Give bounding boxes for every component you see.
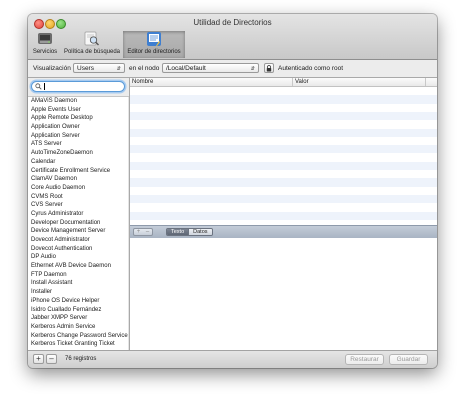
node-bar: Visualización Users ⇵ en el nodo /Local/… bbox=[28, 60, 437, 78]
column-header-value[interactable]: Valor bbox=[293, 78, 426, 86]
toolbar-item-directory-editor[interactable]: Editor de directorios bbox=[123, 31, 185, 58]
list-item[interactable]: Installer bbox=[28, 288, 129, 297]
list-item[interactable]: Certificate Enrollment Service bbox=[28, 167, 129, 176]
table-row[interactable] bbox=[130, 136, 437, 146]
list-item[interactable]: CVS Server bbox=[28, 201, 129, 210]
node-popup-value: /Local/Default bbox=[166, 65, 206, 72]
mode-text-button[interactable]: Texto bbox=[167, 229, 189, 235]
search-icon bbox=[35, 83, 42, 90]
lock-icon bbox=[266, 64, 272, 71]
view-label: Visualización bbox=[33, 65, 71, 72]
record-list[interactable]: AMaViS Daemon Apple Events User Apple Remo… bbox=[28, 97, 129, 350]
toolbar-item-search-policy[interactable]: Política de búsqueda bbox=[62, 31, 122, 58]
text-cursor bbox=[44, 83, 45, 90]
toolbar: Utilidad de Directorios Servicios Políti… bbox=[28, 14, 437, 60]
attribute-table[interactable]: Nombre Valor bbox=[130, 78, 437, 234]
list-item[interactable]: Kerberos Change Password Service bbox=[28, 332, 129, 341]
mode-data-button[interactable]: Datos bbox=[188, 229, 212, 235]
list-item[interactable]: Apple Events User bbox=[28, 106, 129, 115]
toolbar-item-services[interactable]: Servicios bbox=[30, 31, 60, 58]
list-item[interactable]: ATS Server bbox=[28, 140, 129, 149]
list-item[interactable]: Application Server bbox=[28, 132, 129, 141]
remove-record-button[interactable]: – bbox=[46, 354, 57, 364]
table-row[interactable] bbox=[130, 203, 437, 212]
list-item[interactable]: DP Audio bbox=[28, 253, 129, 262]
view-popup-value: Users bbox=[77, 65, 94, 72]
list-item[interactable]: FTP Daemon bbox=[28, 271, 129, 280]
list-item[interactable]: CVMS Root bbox=[28, 193, 129, 202]
list-item[interactable]: Developer Documentation bbox=[28, 219, 129, 228]
save-button[interactable]: Guardar bbox=[389, 354, 428, 365]
table-row[interactable] bbox=[130, 211, 437, 220]
toolbar-item-label: Política de búsqueda bbox=[63, 49, 121, 55]
table-row[interactable] bbox=[130, 87, 437, 96]
toolbar-item-label: Editor de directorios bbox=[127, 49, 181, 55]
list-item[interactable]: Dovecot Administrator bbox=[28, 236, 129, 245]
column-header-name[interactable]: Nombre bbox=[130, 78, 293, 86]
value-add-remove-control: + – bbox=[133, 228, 153, 236]
table-row[interactable] bbox=[130, 161, 437, 170]
toolbar-item-label: Servicios bbox=[32, 49, 58, 55]
list-item[interactable]: Ethernet AVB Device Daemon bbox=[28, 262, 129, 271]
list-item[interactable]: Kerberos Ticket Granting Ticket bbox=[28, 340, 129, 349]
chevron-updown-icon: ⇵ bbox=[250, 66, 255, 72]
editor-toolbar: + – Texto Datos bbox=[130, 225, 437, 239]
directory-utility-window: Utilidad de Directorios Servicios Políti… bbox=[28, 14, 437, 368]
list-item[interactable]: AutoTimeZoneDaemon bbox=[28, 149, 129, 158]
list-item[interactable]: Calendar bbox=[28, 158, 129, 167]
chevron-updown-icon: ⇵ bbox=[116, 66, 121, 72]
table-row[interactable] bbox=[130, 103, 437, 112]
table-row[interactable] bbox=[130, 145, 437, 154]
node-popup[interactable]: /Local/Default ⇵ bbox=[162, 63, 259, 73]
lock-button[interactable] bbox=[264, 63, 274, 73]
list-item[interactable]: Jabber XMPP Server bbox=[28, 314, 129, 323]
view-popup[interactable]: Users ⇵ bbox=[73, 63, 125, 73]
list-item[interactable]: Device Management Server bbox=[28, 227, 129, 236]
bottom-bar: + – 76 registros Restaurar Guardar bbox=[28, 350, 437, 368]
table-row[interactable] bbox=[130, 111, 437, 121]
list-item[interactable]: Application Owner bbox=[28, 123, 129, 132]
services-icon bbox=[37, 31, 53, 47]
list-item[interactable]: iPhone OS Device Helper bbox=[28, 297, 129, 306]
table-header: Nombre Valor bbox=[130, 78, 437, 87]
table-row[interactable] bbox=[130, 95, 437, 104]
table-row[interactable] bbox=[130, 120, 437, 129]
search-policy-icon bbox=[84, 31, 100, 47]
list-item[interactable]: Isidro Cuallado Fernández bbox=[28, 306, 129, 315]
record-list-pane: AMaViS Daemon Apple Events User Apple Remo… bbox=[28, 78, 130, 350]
add-record-button[interactable]: + bbox=[33, 354, 44, 364]
remove-value-button[interactable]: – bbox=[143, 229, 152, 235]
table-row[interactable] bbox=[130, 186, 437, 195]
list-item[interactable]: AMaViS Daemon bbox=[28, 97, 129, 106]
editor-mode-segmented-control: Texto Datos bbox=[166, 228, 213, 236]
list-scrollbar[interactable] bbox=[128, 97, 129, 350]
list-item[interactable]: Cyrus Administrator bbox=[28, 210, 129, 219]
table-row[interactable] bbox=[130, 194, 437, 204]
list-item[interactable]: ClamAV Daemon bbox=[28, 175, 129, 184]
list-item[interactable]: Core Audio Daemon bbox=[28, 184, 129, 193]
auth-status: Autenticado como root bbox=[278, 65, 344, 72]
table-row[interactable] bbox=[130, 178, 437, 187]
search-input[interactable] bbox=[31, 81, 125, 92]
window-title: Utilidad de Directorios bbox=[193, 18, 272, 27]
list-item[interactable]: Install Assistant bbox=[28, 279, 129, 288]
restore-button[interactable]: Restaurar bbox=[345, 354, 384, 365]
table-row[interactable] bbox=[130, 170, 437, 179]
table-row[interactable] bbox=[130, 128, 437, 137]
list-item[interactable]: Dovecot Authentication bbox=[28, 245, 129, 254]
value-editor[interactable] bbox=[130, 238, 437, 350]
record-count: 76 registros bbox=[65, 356, 97, 362]
list-item[interactable]: Kerberos Admin Service bbox=[28, 323, 129, 332]
node-label: en el nodo bbox=[129, 65, 160, 72]
list-item[interactable]: Apple Remote Desktop bbox=[28, 114, 129, 123]
directory-editor-icon bbox=[146, 31, 162, 47]
search-bar bbox=[28, 78, 129, 97]
add-value-button[interactable]: + bbox=[134, 229, 143, 235]
table-row[interactable] bbox=[130, 153, 437, 162]
